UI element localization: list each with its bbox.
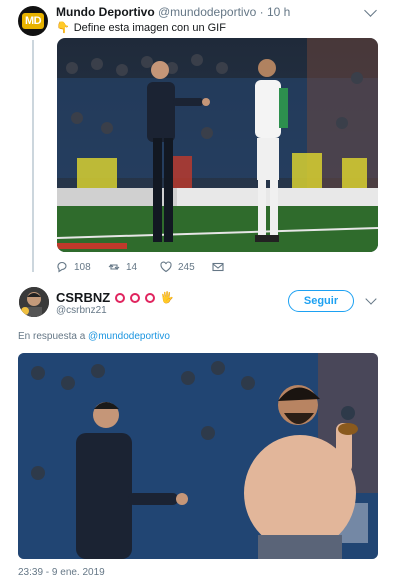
raised-hand-icon: 🖐 <box>160 292 174 304</box>
follow-button[interactable]: Seguir <box>288 290 354 312</box>
pointing-hand-icon: 👇 <box>56 22 70 34</box>
reply-photo[interactable] <box>18 353 378 559</box>
tweet-time[interactable]: 10 h <box>267 5 290 19</box>
reply-to-link[interactable]: @mundodeportivo <box>88 331 170 342</box>
separator: · <box>259 5 264 19</box>
author-handle[interactable]: @mundodeportivo <box>158 5 256 19</box>
reply-author[interactable]: CSRBNZ 🖐 <box>56 290 174 305</box>
retweet-action[interactable]: 14 <box>108 261 137 273</box>
avatar-photo <box>19 287 49 317</box>
tweet-body: Define esta imagen con un GIF <box>73 22 226 34</box>
reply-timestamp[interactable]: 23:39 - 9 ene. 2019 <box>18 567 105 578</box>
tweet-actions: 108 14 245 <box>56 261 356 275</box>
stadium-photo <box>57 38 378 252</box>
reply-action[interactable]: 108 <box>56 261 91 273</box>
reply-prefix: En respuesta a <box>18 331 86 342</box>
retweet-icon <box>108 264 120 270</box>
red-circle-icon <box>130 292 141 303</box>
chevron-down-icon[interactable] <box>365 293 377 305</box>
thread-line <box>32 40 34 272</box>
envelope-icon <box>212 262 224 272</box>
csrbnz-avatar[interactable] <box>19 287 49 317</box>
tweet-photo[interactable] <box>57 38 378 252</box>
like-count: 245 <box>178 261 195 273</box>
dm-action[interactable] <box>212 261 224 273</box>
red-circle-icon <box>115 292 126 303</box>
retweet-count: 14 <box>126 261 138 273</box>
mundo-deportivo-avatar[interactable]: MD <box>18 6 48 36</box>
red-circle-icon <box>145 292 156 303</box>
tweet-text: 👇 Define esta imagen con un GIF <box>56 21 226 34</box>
md-logo: MD <box>21 13 45 29</box>
reply-author-name[interactable]: CSRBNZ <box>56 290 110 305</box>
author-name[interactable]: Mundo Deportivo <box>56 5 155 19</box>
chevron-down-icon[interactable] <box>364 4 377 17</box>
like-action[interactable]: 245 <box>160 261 195 273</box>
edited-photo <box>18 353 378 559</box>
tweet-author[interactable]: Mundo Deportivo @mundodeportivo · 10 h <box>56 5 290 19</box>
reply-icon <box>57 261 67 273</box>
heart-icon <box>160 261 172 273</box>
reply-count: 108 <box>74 261 91 273</box>
reply-context: En respuesta a @mundodeportivo <box>18 331 170 342</box>
reply-author-handle[interactable]: @csrbnz21 <box>56 305 107 316</box>
